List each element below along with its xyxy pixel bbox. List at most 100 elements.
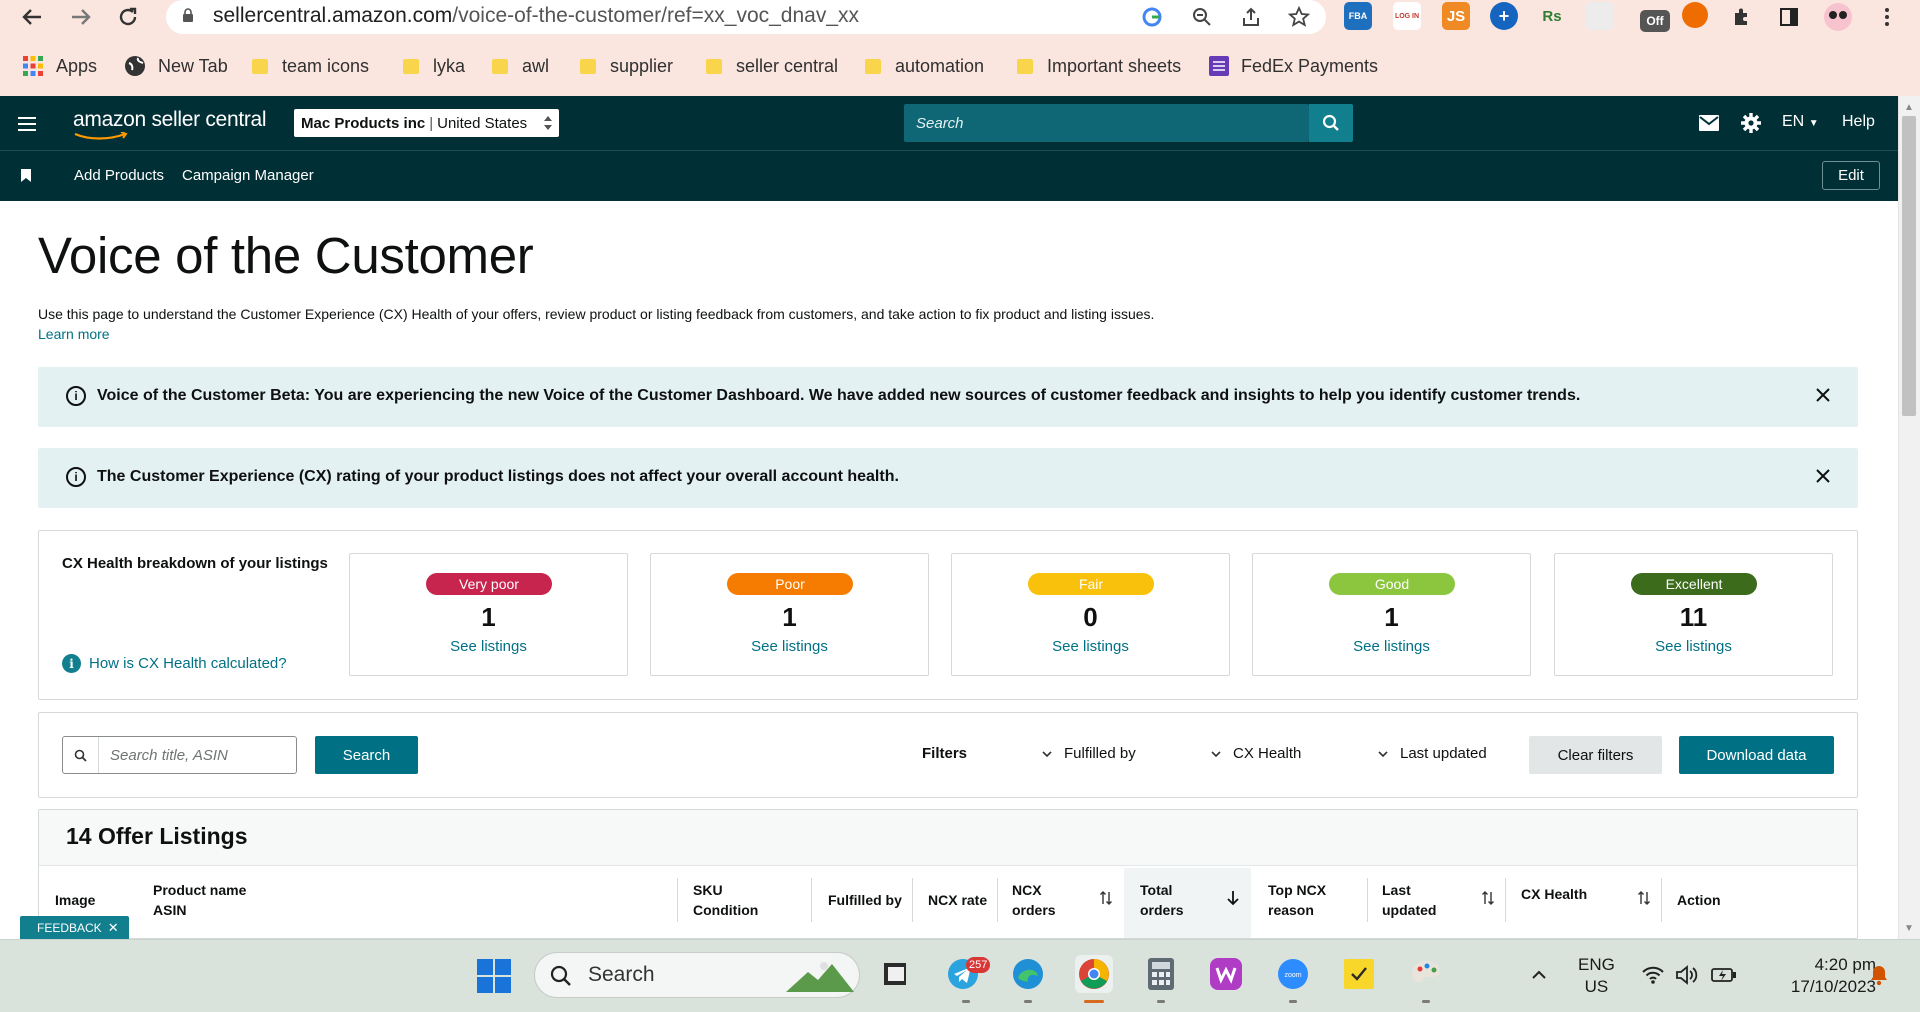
notification-bell-icon[interactable]: [1866, 962, 1892, 988]
bookmark-seller-central[interactable]: seller central: [706, 54, 838, 78]
clear-filters-button[interactable]: Clear filters: [1529, 736, 1662, 774]
account-selector[interactable]: Mac Products inc | United States: [294, 109, 559, 137]
see-listings-link[interactable]: See listings: [1253, 638, 1530, 655]
url-text[interactable]: sellercentral.amazon.com/voice-of-the-cu…: [213, 4, 859, 28]
how-cx-calculated-link[interactable]: i How is CX Health calculated?: [62, 654, 287, 673]
star-icon[interactable]: [1285, 3, 1313, 31]
column-header-product[interactable]: Product name ASIN: [153, 880, 246, 920]
bookmark-new-tab[interactable]: New Tab: [124, 54, 228, 78]
paint-app-icon[interactable]: [1407, 955, 1445, 993]
sort-icon[interactable]: [1638, 890, 1650, 906]
zoom-app-icon[interactable]: zoom: [1274, 955, 1312, 993]
sort-descending-icon[interactable]: [1227, 890, 1239, 906]
fulfilled-by-dropdown[interactable]: Fulfilled by: [1042, 745, 1136, 762]
header-search-input[interactable]: [904, 104, 1309, 142]
close-icon[interactable]: [1814, 386, 1832, 404]
calculator-app-icon[interactable]: [1142, 955, 1180, 993]
windows-start-icon[interactable]: [477, 959, 511, 993]
login-extension-icon[interactable]: LOG IN: [1393, 2, 1421, 30]
back-button[interactable]: [15, 2, 49, 32]
bookmark-awl[interactable]: awl: [492, 54, 549, 78]
see-listings-link[interactable]: See listings: [1555, 638, 1832, 655]
column-header-ncx-orders[interactable]: NCX orders: [1012, 880, 1056, 920]
puzzle-icon[interactable]: [1728, 3, 1756, 31]
column-header-ncx-rate[interactable]: NCX rate: [928, 890, 987, 910]
scroll-up-icon[interactable]: ▲: [1903, 102, 1915, 113]
wifi-icon[interactable]: [1640, 962, 1666, 988]
download-data-button[interactable]: Download data: [1679, 736, 1834, 774]
language-selector[interactable]: EN ▼: [1782, 113, 1819, 131]
column-header-cx-health[interactable]: CX Health: [1521, 884, 1587, 904]
menu-kebab-icon[interactable]: [1873, 3, 1901, 31]
column-header-top-ncx-reason[interactable]: Top NCX reason: [1268, 880, 1326, 920]
amazon-seller-central-logo[interactable]: amazon seller central: [73, 108, 267, 140]
off-extension-icon[interactable]: Off: [1640, 10, 1670, 32]
bookmark-icon[interactable]: [21, 169, 31, 182]
bookmark-apps[interactable]: Apps: [22, 54, 97, 78]
bookmark-lyka[interactable]: lyka: [403, 54, 465, 78]
wps-app-icon[interactable]: [1207, 955, 1245, 993]
circle-extension-icon[interactable]: [1682, 2, 1708, 28]
close-icon[interactable]: ✕: [108, 920, 119, 936]
bookmark-automation[interactable]: automation: [865, 54, 984, 78]
js-extension-icon[interactable]: JS: [1442, 2, 1470, 30]
clock[interactable]: 4:20 pm 17/10/2023: [1762, 954, 1876, 998]
see-listings-link[interactable]: See listings: [350, 638, 627, 655]
hamburger-menu-icon[interactable]: [18, 117, 36, 131]
rs-extension-icon[interactable]: Rs: [1538, 2, 1566, 30]
battery-icon[interactable]: [1711, 962, 1737, 988]
google-icon[interactable]: [1138, 3, 1166, 31]
sort-icon[interactable]: [1482, 890, 1494, 906]
sidepanel-icon[interactable]: [1775, 3, 1803, 31]
share-icon[interactable]: [1237, 3, 1265, 31]
info-icon: i: [66, 386, 86, 406]
bookmark-team-icons[interactable]: team icons: [252, 54, 369, 78]
bookmark-supplier[interactable]: supplier: [580, 54, 673, 78]
file-explorer-app-icon[interactable]: [876, 955, 914, 993]
scrollbar-thumb[interactable]: [1902, 116, 1916, 416]
learn-more-link[interactable]: Learn more: [38, 326, 110, 342]
column-header-sku[interactable]: SKU Condition: [693, 880, 758, 920]
edge-app-icon[interactable]: [1009, 955, 1047, 993]
listing-search-input[interactable]: [100, 737, 296, 773]
mail-icon[interactable]: [1698, 112, 1720, 134]
logo-text: amazon seller central: [73, 108, 267, 131]
see-listings-link[interactable]: See listings: [651, 638, 928, 655]
header-line: updated: [1382, 902, 1437, 918]
forward-button[interactable]: [64, 2, 98, 32]
edit-extension-icon[interactable]: [1586, 2, 1614, 30]
header-search-button[interactable]: [1309, 104, 1353, 142]
search-icon: [550, 965, 571, 986]
edit-button[interactable]: Edit: [1822, 161, 1880, 190]
chrome-app-icon[interactable]: [1075, 955, 1113, 993]
column-header-total-orders[interactable]: Total orders: [1140, 880, 1184, 920]
subnav-campaign-manager[interactable]: Campaign Manager: [182, 167, 314, 184]
close-icon[interactable]: [1814, 467, 1832, 485]
search-highlight-image-icon: [786, 962, 854, 992]
language-indicator[interactable]: ENG US: [1578, 954, 1615, 998]
last-updated-dropdown[interactable]: Last updated: [1378, 745, 1487, 762]
feedback-tab[interactable]: FEEDBACK ✕: [20, 916, 129, 940]
volume-icon[interactable]: [1674, 962, 1700, 988]
see-listings-link[interactable]: See listings: [952, 638, 1229, 655]
reload-button[interactable]: [111, 2, 145, 32]
column-header-last-updated[interactable]: Last updated: [1382, 880, 1436, 920]
profile-avatar-icon[interactable]: [1822, 3, 1854, 31]
plus-extension-icon[interactable]: +: [1490, 2, 1518, 30]
header-line: Total: [1140, 882, 1173, 898]
subnav-add-products[interactable]: Add Products: [74, 167, 164, 184]
scroll-down-icon[interactable]: ▼: [1903, 923, 1915, 934]
fba-extension-icon[interactable]: FBA: [1344, 2, 1372, 30]
cx-health-dropdown[interactable]: CX Health: [1211, 745, 1301, 762]
column-header-fulfilled-by[interactable]: Fulfilled by: [828, 890, 902, 910]
bookmark-fedex-payments[interactable]: FedEx Payments: [1209, 54, 1378, 78]
help-link[interactable]: Help: [1842, 113, 1875, 131]
gear-icon[interactable]: [1740, 112, 1762, 134]
sort-icon[interactable]: [1100, 890, 1112, 906]
chevron-up-icon[interactable]: [1526, 962, 1552, 988]
search-icon: [63, 737, 99, 773]
sticky-notes-app-icon[interactable]: [1340, 955, 1378, 993]
listing-search-button[interactable]: Search: [315, 736, 418, 774]
bookmark-important-sheets[interactable]: Important sheets: [1017, 54, 1181, 78]
zoom-icon[interactable]: [1188, 3, 1216, 31]
